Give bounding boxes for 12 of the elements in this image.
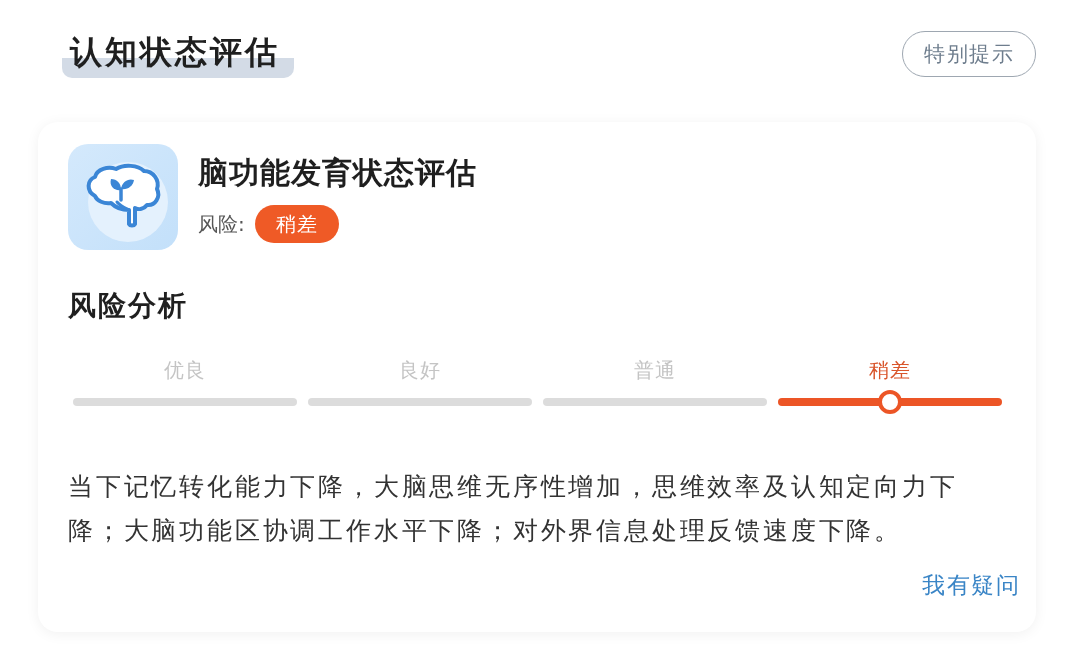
- level-label: 稍差: [868, 357, 912, 384]
- brain-icon: [68, 144, 178, 250]
- assessment-title: 脑功能发育状态评估: [198, 155, 477, 191]
- description-text: 当下记忆转化能力下降，大脑思维无序性增加，思维效率及认知定向力下降；大脑功能区协调工作水平下降；对外界信息处理反馈速度下降。: [68, 471, 959, 547]
- question-link[interactable]: 我有疑问: [922, 569, 1020, 601]
- level-label: 普通: [633, 357, 677, 384]
- risk-label: 风险:: [198, 210, 245, 238]
- tip-button[interactable]: 特别提示: [902, 31, 1036, 77]
- risk-badge: 稍差: [254, 205, 339, 243]
- analysis-title: 风险分析: [68, 288, 188, 324]
- level-label: 优良: [163, 357, 207, 384]
- level-label: 良好: [398, 357, 442, 384]
